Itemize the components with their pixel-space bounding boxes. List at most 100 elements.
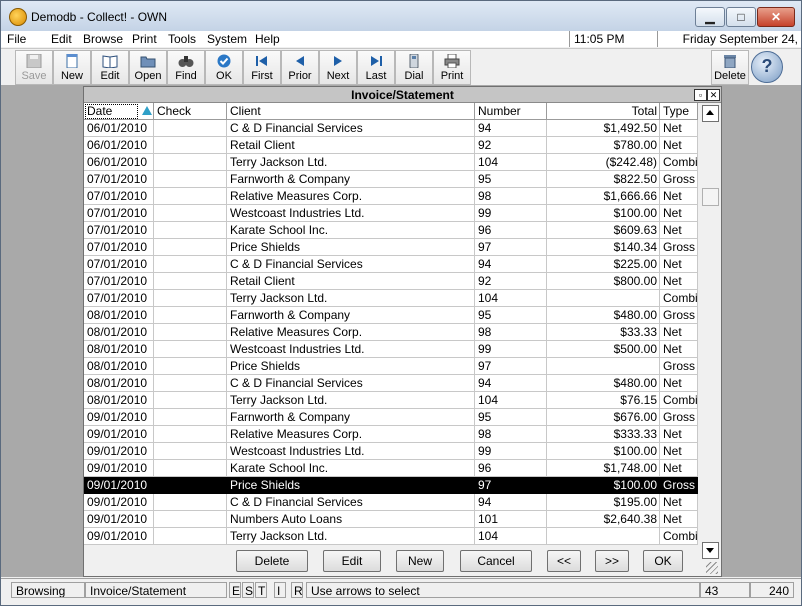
menu-edit[interactable]: Edit [51, 32, 72, 46]
menu-tools[interactable]: Tools [168, 32, 196, 46]
cell-check [154, 307, 227, 324]
column-header-check[interactable]: Check [154, 103, 227, 120]
new-record-button[interactable]: New [396, 550, 444, 572]
binoculars-icon [178, 56, 194, 67]
menu-print[interactable]: Print [132, 32, 157, 46]
menu-file[interactable]: File [7, 32, 26, 46]
table-row[interactable]: 09/01/2010 C & D Financial Services 94 $195… [84, 494, 698, 511]
cell-type: Net [660, 256, 698, 273]
table-row[interactable]: 08/01/2010 Relative Measures Corp. 98 $33.3… [84, 324, 698, 341]
vertical-scrollbar[interactable] [700, 103, 719, 563]
next-button[interactable]: Next [319, 50, 357, 85]
column-header-total[interactable]: Total [547, 103, 660, 120]
table-row[interactable]: 07/01/2010 Retail Client 92 $800.00 Net [84, 273, 698, 290]
table-row[interactable]: 07/01/2010 Farnworth & Company 95 $822.50 Gr… [84, 171, 698, 188]
new-button[interactable]: New [53, 50, 91, 85]
menu-help[interactable]: Help [255, 32, 280, 46]
cell-date: 07/01/2010 [84, 290, 154, 307]
table-row[interactable]: 06/01/2010 C & D Financial Services 94 $1,4… [84, 120, 698, 137]
cell-check [154, 171, 227, 188]
close-button[interactable]: ✕ [757, 7, 795, 27]
column-header-type[interactable]: Type [660, 103, 698, 120]
cell-check [154, 426, 227, 443]
table-row[interactable]: 09/01/2010 Karate School Inc. 96 $1,748.00 N… [84, 460, 698, 477]
table-row[interactable]: 06/01/2010 Terry Jackson Ltd. 104 ($242.48)… [84, 154, 698, 171]
cell-client: Farnworth & Company [227, 171, 475, 188]
table-row[interactable]: 09/01/2010 Westcoast Industries Ltd. 99 $10… [84, 443, 698, 460]
cell-type: Net [660, 443, 698, 460]
cancel-button[interactable]: Cancel [460, 550, 532, 572]
table-row-selected[interactable]: 09/01/2010 Price Shields 97 $100.00 Gross [84, 477, 698, 494]
cell-client: C & D Financial Services [227, 120, 475, 137]
edit-record-button[interactable]: Edit [323, 550, 381, 572]
column-header-date[interactable]: Date [84, 103, 154, 120]
title-bar[interactable]: Demodb - Collect! - OWN ▁ □ ✕ [1, 1, 801, 31]
dialog-close-button[interactable]: ✕ [707, 89, 720, 101]
table-row[interactable]: 08/01/2010 Westcoast Industries Ltd. 99 $50… [84, 341, 698, 358]
table-row[interactable]: 08/01/2010 Price Shields 97 Gross [84, 358, 698, 375]
ok-button[interactable]: OK [205, 50, 243, 85]
table-row[interactable]: 07/01/2010 Relative Measures Corp. 98 $1,66… [84, 188, 698, 205]
table-row[interactable]: 06/01/2010 Retail Client 92 $780.00 Net [84, 137, 698, 154]
table-row[interactable]: 08/01/2010 Farnworth & Company 95 $480.00 Gr… [84, 307, 698, 324]
collect-app-icon[interactable] [9, 8, 27, 26]
cell-type: Combined [660, 528, 698, 545]
cell-number: 98 [475, 324, 547, 341]
table-row[interactable]: 09/01/2010 Numbers Auto Loans 101 $2,640.38… [84, 511, 698, 528]
delete-button[interactable]: Delete [236, 550, 308, 572]
cell-number: 96 [475, 460, 547, 477]
delete-toolbar-button[interactable]: Delete [711, 50, 749, 85]
prior-button[interactable]: Prior [281, 50, 319, 85]
cell-number: 104 [475, 154, 547, 171]
status-flag-e: E [229, 582, 241, 598]
last-button[interactable]: Last [357, 50, 395, 85]
menu-browse[interactable]: Browse [83, 32, 123, 46]
table-row[interactable]: 07/01/2010 C & D Financial Services 94 $225… [84, 256, 698, 273]
cell-total: $1,492.50 [547, 120, 660, 137]
cell-client: Retail Client [227, 273, 475, 290]
table-row[interactable]: 07/01/2010 Terry Jackson Ltd.104 Combined [84, 290, 698, 307]
table-row[interactable]: 07/01/2010 Westcoast Industries Ltd. 99 $10… [84, 205, 698, 222]
column-header-client[interactable]: Client [227, 103, 475, 120]
cell-total: $676.00 [547, 409, 660, 426]
table-row[interactable]: 08/01/2010 C & D Financial Services 94 $480… [84, 375, 698, 392]
dial-button[interactable]: Dial [395, 50, 433, 85]
clock-date: Friday September 24, 2010 [657, 31, 802, 62]
table-row[interactable]: 09/01/2010 Farnworth & Company 95 $676.00 Gr… [84, 409, 698, 426]
cell-type: Net [660, 324, 698, 341]
cell-total: $480.00 [547, 375, 660, 392]
table-row[interactable]: 08/01/2010 Terry Jackson Ltd. 104 $76.15 Com… [84, 392, 698, 409]
previous-page-button[interactable]: << [547, 550, 581, 572]
help-icon[interactable]: ? [751, 51, 783, 83]
cell-type: Combined [660, 290, 698, 307]
save-button[interactable]: Save [15, 50, 53, 85]
open-button[interactable]: Open [129, 50, 167, 85]
resize-grip[interactable] [706, 562, 718, 574]
first-record-icon [256, 56, 267, 66]
scroll-down-button[interactable] [702, 542, 719, 559]
table-row[interactable]: 09/01/2010 Terry Jackson Ltd.104 Combined [84, 528, 698, 545]
cell-total: $1,748.00 [547, 460, 660, 477]
print-button[interactable]: Print [433, 50, 471, 85]
cell-check [154, 528, 227, 545]
table-row[interactable]: 07/01/2010 Price Shields 97 $140.34 Gross [84, 239, 698, 256]
cell-type: Combined [660, 392, 698, 409]
next-page-button[interactable]: >> [595, 550, 629, 572]
find-button[interactable]: Find [167, 50, 205, 85]
dialog-restore-button[interactable]: ▫ [694, 89, 707, 101]
edit-button[interactable]: Edit [91, 50, 129, 85]
scroll-up-button[interactable] [702, 105, 719, 122]
table-row[interactable]: 09/01/2010 Relative Measures Corp. 98 $333.… [84, 426, 698, 443]
menu-system[interactable]: System [207, 32, 247, 46]
cell-check [154, 375, 227, 392]
first-button[interactable]: First [243, 50, 281, 85]
column-header-number[interactable]: Number [475, 103, 547, 120]
minimize-button[interactable]: ▁ [695, 7, 725, 27]
cell-date: 09/01/2010 [84, 528, 154, 545]
dialog-ok-button[interactable]: OK [643, 550, 683, 572]
cell-type: Net [660, 460, 698, 477]
scroll-thumb[interactable] [702, 188, 719, 206]
table-row[interactable]: 07/01/2010 Karate School Inc. 96 $609.63 Net [84, 222, 698, 239]
maximize-button[interactable]: □ [726, 7, 756, 27]
cell-type: Gross [660, 239, 698, 256]
